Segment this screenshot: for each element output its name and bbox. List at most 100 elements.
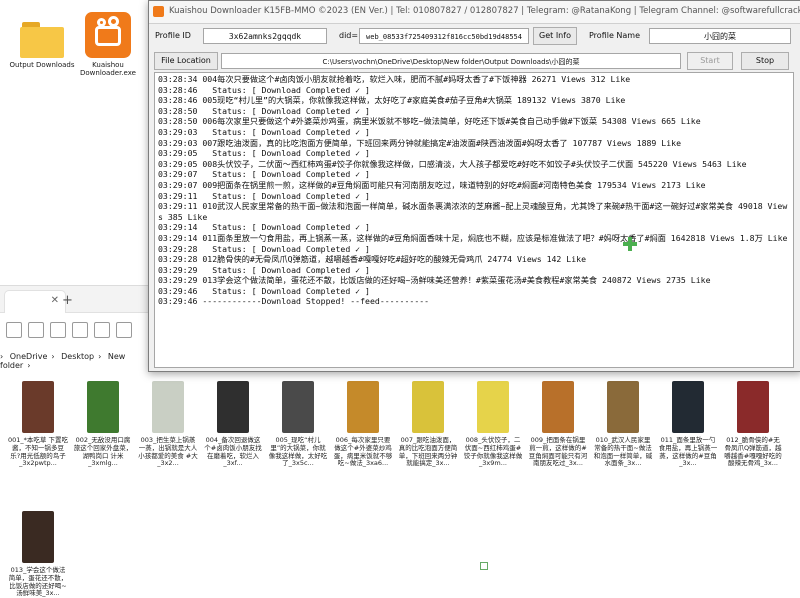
log-line: 03:29:05 Status: [ Download Completed ✓ … (158, 148, 370, 159)
thumbnail-image (22, 511, 54, 563)
log-line: 03:29:46 ------------Download Stopped! -… (158, 296, 430, 307)
log-line: 03:29:29 013学会这个做法简单，蛋花还不散，比饭店做的还好喝~汤鲜味美… (158, 275, 711, 286)
thumbnail-label: 008_头伏饺子，二伏面~西红柿鸡蛋#饺子你就像我这样做_3x9m... (463, 436, 523, 468)
profile-id-input[interactable]: 3x62amnks2gqqdk (203, 28, 327, 44)
file-location-button[interactable]: File Location (154, 52, 218, 70)
thumbnail-label: 004_备次回退做这个#卤肉饭小朋友找在磨着吃，软烂入_3xf... (204, 436, 262, 468)
log-line: 03:29:46 Status: [ Download Completed ✓ … (158, 285, 370, 296)
paste-icon[interactable] (28, 322, 44, 338)
thumbnail-image (737, 381, 769, 433)
copy-icon[interactable] (6, 322, 22, 338)
thumbnail-label: 001_*本吃草 下置吃酱，不知一锅多豆乐?用光低额的鸟子_3x2pwtp... (8, 436, 68, 468)
thumbnail-label: 012_脆骨侠的#无骨凤爪Q弹筋道，越嚼越香#嘎嘎好吃的酸辣无骨鸡_3x... (724, 436, 782, 468)
log-lines: 03:28:34 004每次只要做这个#卤肉饭小朋友就抢着吃，软烂入味，肥而不腻… (158, 74, 790, 307)
video-file-thumbnail[interactable]: 011_面条里放一勺食用盐，再上锅蒸一蒸，这样做的#豆角_3x... (658, 381, 718, 468)
thumbnail-image (412, 381, 444, 433)
breadcrumb-item[interactable]: Desktop (61, 352, 94, 361)
desktop-icon-label: Kuaishou Downloader.exe (80, 61, 136, 78)
profile-row: Profile ID 3x62amnks2gqqdk did= web_0853… (149, 27, 800, 51)
log-line: 03:29:07 Status: [ Download Completed ✓ … (158, 169, 370, 180)
breadcrumb-item[interactable]: OneDrive (10, 352, 48, 361)
log-line: 03:29:29 Status: [ Download Completed ✓ … (158, 264, 370, 275)
log-line: 03:29:05 008头伏饺子，二伏面～西红柿鸡蛋#饺子你就像我这样做，口感清… (158, 158, 747, 169)
video-file-thumbnail[interactable]: 004_备次回退做这个#卤肉饭小朋友找在磨着吃，软烂入_3xf... (203, 381, 263, 468)
kuaishou-app-icon (85, 12, 131, 58)
video-file-thumbnail[interactable]: 008_头伏饺子，二伏面~西红柿鸡蛋#饺子你就像我这样做_3x9m... (463, 381, 523, 468)
thumbnail-image (152, 381, 184, 433)
video-file-thumbnail[interactable]: 001_*本吃草 下置吃酱，不知一锅多豆乐?用光低额的鸟子_3x2pwtp... (8, 381, 68, 468)
log-line: 03:28:46 005现吃“村儿里”的大锅菜，你就像我这样做，太好吃了#家庭美… (158, 95, 626, 106)
log-line: 03:29:14 Status: [ Download Completed ✓ … (158, 222, 370, 233)
get-info-button[interactable]: Get Info (533, 27, 577, 45)
thumbnail-image (477, 381, 509, 433)
title-bar: Kuaishou Downloader K15FB-MMO ©2023 (EN … (149, 1, 800, 24)
video-file-thumbnail[interactable]: 009_把面条在锅里煎一煎，这样做的#豆角焖面可能只有河南朋友吃过_3x... (528, 381, 588, 468)
log-line: 03:28:50 Status: [ Download Completed ✓ … (158, 105, 370, 116)
log-line: 03:29:07 009把面条在锅里煎一煎，这样做的#豆角焖面可能只有河南朋友吃… (158, 179, 706, 190)
thumbnail-label: 007_跟吃油泼面，真的比吃泡面方便简单，下班回来两分钟就能搞定_3x... (398, 436, 458, 468)
thumbnail-image (217, 381, 249, 433)
thumbnail-label: 003_把生菜上锅蒸一蒸，出锅就是大人小孩都爱的美食 #大_3x2... (138, 436, 198, 468)
file-location-input[interactable]: C:\Users\vochn\OneDrive\Desktop\New fold… (221, 53, 681, 69)
log-line: 03:29:03 007跟吃油泼面，真的比吃泡面方便简单，下班回来两分钟就能搞定… (158, 137, 682, 148)
video-file-thumbnail[interactable]: 003_把生菜上锅蒸一蒸，出锅就是大人小孩都爱的美食 #大_3x2... (138, 381, 198, 468)
rename-icon[interactable] (50, 322, 66, 338)
log-line: 03:29:11 Status: [ Download Completed ✓ … (158, 190, 370, 201)
desktop-icon-output-downloads[interactable]: Output Downloads (6, 18, 78, 69)
thumbnail-label: 009_把面条在锅里煎一煎，这样做的#豆角焖面可能只有河南朋友吃过_3x... (528, 436, 588, 468)
log-line: 03:29:14 011面条里放一勺食用盐，再上锅蒸一蒸，这样做的#豆角焖面香味… (158, 232, 788, 243)
thumbnail-label: 002_无敌没用口腐旅这个回家外盘菜，湖鸭岗口 计米_3xmlg... (73, 436, 133, 468)
stop-button[interactable]: Stop (741, 52, 789, 70)
breadcrumb: › OneDrive › Desktop › New folder › (0, 352, 126, 370)
did-label: did= (339, 31, 359, 40)
folder-icon (20, 18, 64, 58)
log-line: 03:28:46 Status: [ Download Completed ✓ … (158, 84, 370, 95)
log-line: 03:28:50 006每次家里只要做这个#外婆菜炒鸡蛋，病里米饭就不够吃~做法… (158, 116, 701, 127)
thumbnail-image (87, 381, 119, 433)
thumbnail-label: 010_武汉人民家里常备的热干面~做法和泡面一样简单，碱水面条_3x... (593, 436, 653, 468)
profile-name-input[interactable]: 小囧的菜 (649, 28, 791, 44)
start-button[interactable]: Start (687, 52, 733, 70)
thumbnail-image (607, 381, 639, 433)
video-file-thumbnail[interactable]: 013_学会这个做法简单，蛋花还不散，比饭店做的还好喝~汤鲜味美_3x... (8, 511, 68, 598)
thumbnail-image (672, 381, 704, 433)
window-title: Kuaishou Downloader K15FB-MMO ©2023 (EN … (169, 6, 800, 16)
profile-name-label: Profile Name (589, 31, 641, 40)
desktop-icon-label: Output Downloads (9, 61, 75, 69)
video-file-thumbnail[interactable]: 006_每次家里只要做这个#外婆菜炒鸡蛋，病里米饭就不够吃~做法_3xa6... (333, 381, 393, 468)
video-file-thumbnail[interactable]: 012_脆骨侠的#无骨凤爪Q弹筋道，越嚼越香#嘎嘎好吃的酸辣无骨鸡_3x... (723, 381, 783, 468)
video-file-thumbnail[interactable]: 010_武汉人民家里常备的热干面~做法和泡面一样简单，碱水面条_3x... (593, 381, 653, 468)
explorer-tab-bar: ✕ + (0, 286, 160, 313)
thumbnail-image (542, 381, 574, 433)
thumbnail-label: 013_学会这个做法简单，蛋花还不散，比饭店做的还好喝~汤鲜味美_3x... (8, 566, 68, 598)
log-line: 03:29:03 Status: [ Download Completed ✓ … (158, 126, 370, 137)
app-icon (153, 6, 164, 17)
video-file-thumbnail[interactable]: 002_无敌没用口腐旅这个回家外盘菜，湖鸭岗口 计米_3xmlg... (73, 381, 133, 468)
video-file-thumbnail[interactable]: 005_现吃“村儿里”的大锅菜，你就像我这样做，太好吃了_3x5c... (268, 381, 328, 468)
thumbnail-label: 005_现吃“村儿里”的大锅菜，你就像我这样做，太好吃了_3x5c... (268, 436, 328, 468)
chevron-right-icon: › (0, 352, 4, 361)
video-file-thumbnail[interactable]: 007_跟吃油泼面，真的比吃泡面方便简单，下班回来两分钟就能搞定_3x... (398, 381, 458, 468)
log-line: 03:29:28 012脆骨侠的#无骨凤爪Q弹筋道，越嚼越香#嘎嘎好吃#超好吃的… (158, 254, 587, 265)
thumbnail-label: 011_面条里放一勺食用盐，再上锅蒸一蒸，这样做的#豆角_3x... (658, 436, 718, 468)
log-line: 03:28:34 004每次只要做这个#卤肉饭小朋友就抢着吃，软烂入味，肥而不腻… (158, 74, 631, 84)
log-output[interactable]: 03:28:34 004每次只要做这个#卤肉饭小朋友就抢着吃，软烂入味，肥而不腻… (154, 72, 794, 368)
close-icon[interactable]: ✕ (51, 295, 59, 306)
share-icon[interactable] (72, 322, 88, 338)
explorer-toolbar (0, 314, 150, 348)
move-cursor-icon (623, 237, 637, 251)
did-input[interactable]: web_08533f725409312f816cc50bd19d48554 (359, 28, 529, 44)
thumbnail-image (347, 381, 379, 433)
sort-icon[interactable] (116, 322, 132, 338)
desktop-icon-kuaishou-downloader[interactable]: Kuaishou Downloader.exe (72, 12, 144, 77)
delete-icon[interactable] (94, 322, 110, 338)
thumbnail-image (282, 381, 314, 433)
kuaishou-downloader-window: Kuaishou Downloader K15FB-MMO ©2023 (EN … (148, 0, 800, 372)
new-tab-icon[interactable]: + (62, 293, 73, 308)
profile-id-label: Profile ID (155, 31, 191, 40)
log-line: 03:29:11 010武汉人民家里常备的热干面~做法和泡面一样简单，碱水面条裹… (158, 201, 788, 222)
log-line: 03:29:28 Status: [ Download Completed ✓ … (158, 243, 370, 254)
thumbnail-image (22, 381, 54, 433)
explorer-tab[interactable]: ✕ (4, 290, 66, 313)
thumbnail-label: 006_每次家里只要做这个#外婆菜炒鸡蛋，病里米饭就不够吃~做法_3xa6... (333, 436, 393, 468)
